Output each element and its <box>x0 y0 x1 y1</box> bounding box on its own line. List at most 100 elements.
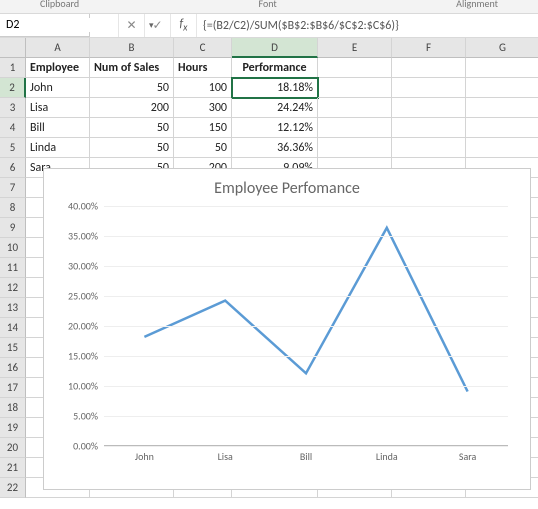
chart-y-tick-label: 0.00% <box>50 440 98 453</box>
cell-C1[interactable]: Hours <box>174 58 232 78</box>
cell-G3[interactable] <box>466 98 538 118</box>
cells-area: ABCDEFG EmployeeNum of SalesHoursPerform… <box>26 38 538 509</box>
cell-F3[interactable] <box>392 98 466 118</box>
cell-E1[interactable] <box>318 58 392 78</box>
cell-C3[interactable]: 300 <box>174 98 232 118</box>
formula-bar-row: ▾ ✕ ✓ fx {=(B2/C2)/SUM($B$2:$B$6/$C$2:$C… <box>0 14 538 38</box>
column-header-F[interactable]: F <box>392 38 466 58</box>
row-5: Linda505036.36% <box>26 138 538 158</box>
column-header-A[interactable]: A <box>26 38 90 58</box>
check-icon: ✓ <box>152 18 162 33</box>
cell-B2[interactable]: 50 <box>90 78 174 98</box>
cell-F1[interactable] <box>392 58 466 78</box>
cell-F4[interactable] <box>392 118 466 138</box>
chart-gridline <box>104 206 508 207</box>
row-header-12[interactable]: 12 <box>0 278 26 298</box>
cell-F5[interactable] <box>392 138 466 158</box>
column-header-C[interactable]: C <box>174 38 232 58</box>
row-header-16[interactable]: 16 <box>0 358 26 378</box>
row-header-21[interactable]: 21 <box>0 458 26 478</box>
cell-E4[interactable] <box>318 118 392 138</box>
row-header-10[interactable]: 10 <box>0 238 26 258</box>
column-header-E[interactable]: E <box>318 38 392 58</box>
row-headers: 12345678910111213141516171819202122 <box>0 38 26 509</box>
chart-gridline <box>104 326 508 327</box>
cell-E2[interactable] <box>318 78 392 98</box>
column-header-G[interactable]: G <box>466 38 538 58</box>
row-header-22[interactable]: 22 <box>0 478 26 498</box>
chart-y-tick-label: 25.00% <box>50 290 98 303</box>
row-2: John5010018.18% <box>26 78 538 98</box>
row-header-7[interactable]: 7 <box>0 178 26 198</box>
row-header-20[interactable]: 20 <box>0 438 26 458</box>
cell-C4[interactable]: 150 <box>174 118 232 138</box>
cell-E3[interactable] <box>318 98 392 118</box>
row-header-19[interactable]: 19 <box>0 418 26 438</box>
column-header-B[interactable]: B <box>90 38 174 58</box>
cell-D3[interactable]: 24.24% <box>232 98 318 118</box>
row-header-18[interactable]: 18 <box>0 398 26 418</box>
chart-gridline <box>104 296 508 297</box>
cancel-formula-button[interactable]: ✕ <box>118 14 144 37</box>
formula-input[interactable]: {=(B2/C2)/SUM($B$2:$B$6/$C$2:$C$6)} <box>196 14 538 37</box>
ribbon-fragment: Clipboard Font Alignment <box>0 0 538 14</box>
chart-gridline <box>104 416 508 417</box>
ribbon-group-clipboard: Clipboard <box>40 0 79 10</box>
chart-x-tick-label: Sara <box>427 450 508 463</box>
column-headers: ABCDEFG <box>26 38 538 58</box>
row-header-9[interactable]: 9 <box>0 218 26 238</box>
row-header-15[interactable]: 15 <box>0 338 26 358</box>
cell-E5[interactable] <box>318 138 392 158</box>
chart-x-tick-label: Bill <box>266 450 347 463</box>
cell-G1[interactable] <box>466 58 538 78</box>
cell-G2[interactable] <box>466 78 538 98</box>
cell-B4[interactable]: 50 <box>90 118 174 138</box>
row-header-6[interactable]: 6 <box>0 158 26 178</box>
cell-D5[interactable]: 36.36% <box>232 138 318 158</box>
cell-B3[interactable]: 200 <box>90 98 174 118</box>
row-header-14[interactable]: 14 <box>0 318 26 338</box>
select-all-corner[interactable] <box>0 38 26 58</box>
cell-D4[interactable]: 12.12% <box>232 118 318 138</box>
cell-F2[interactable] <box>392 78 466 98</box>
embedded-chart[interactable]: Employee Perfomance 0.00%5.00%10.00%15.0… <box>43 168 531 490</box>
cell-B1[interactable]: Num of Sales <box>90 58 174 78</box>
chart-plot-area: 0.00%5.00%10.00%15.00%20.00%25.00%30.00%… <box>104 206 508 446</box>
confirm-formula-button[interactable]: ✓ <box>144 14 170 37</box>
cell-A3[interactable]: Lisa <box>26 98 90 118</box>
column-header-D[interactable]: D <box>232 38 318 58</box>
cell-G5[interactable] <box>466 138 538 158</box>
row-header-2[interactable]: 2 <box>0 78 26 98</box>
cell-D2[interactable]: 18.18% <box>232 78 318 98</box>
row-header-5[interactable]: 5 <box>0 138 26 158</box>
cell-D1[interactable]: Performance <box>232 58 318 78</box>
row-header-8[interactable]: 8 <box>0 198 26 218</box>
chart-y-tick-label: 40.00% <box>50 200 98 213</box>
row-header-11[interactable]: 11 <box>0 258 26 278</box>
row-header-4[interactable]: 4 <box>0 118 26 138</box>
row-header-13[interactable]: 13 <box>0 298 26 318</box>
ribbon-group-alignment: Alignment <box>456 0 498 10</box>
cell-G4[interactable] <box>466 118 538 138</box>
worksheet: 12345678910111213141516171819202122 ABCD… <box>0 38 538 509</box>
x-icon: ✕ <box>126 18 136 33</box>
row-4: Bill5015012.12% <box>26 118 538 138</box>
cell-A2[interactable]: John <box>26 78 90 98</box>
chart-gridline <box>104 266 508 267</box>
name-box[interactable]: ▾ <box>0 14 90 37</box>
chart-y-tick-label: 15.00% <box>50 350 98 363</box>
chart-y-tick-label: 10.00% <box>50 380 98 393</box>
cell-A1[interactable]: Employee <box>26 58 90 78</box>
cell-A4[interactable]: Bill <box>26 118 90 138</box>
row-header-1[interactable]: 1 <box>0 58 26 78</box>
row-header-17[interactable]: 17 <box>0 378 26 398</box>
cell-A5[interactable]: Linda <box>26 138 90 158</box>
cell-B5[interactable]: 50 <box>90 138 174 158</box>
chart-x-tick-label: Linda <box>346 450 427 463</box>
insert-function-button[interactable]: fx <box>170 14 196 37</box>
cell-C5[interactable]: 50 <box>174 138 232 158</box>
cell-C2[interactable]: 100 <box>174 78 232 98</box>
row-header-3[interactable]: 3 <box>0 98 26 118</box>
ribbon-group-font: Font <box>259 0 277 10</box>
chart-y-tick-label: 30.00% <box>50 260 98 273</box>
